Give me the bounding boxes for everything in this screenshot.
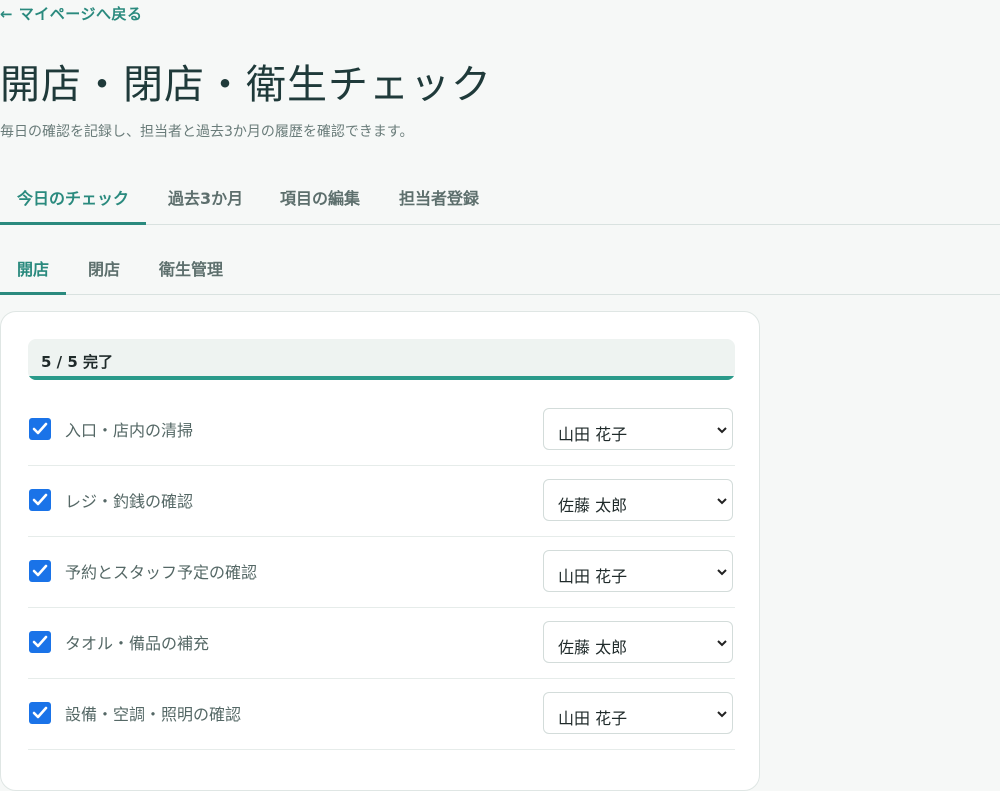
- subtab-opening[interactable]: 開店: [0, 242, 66, 295]
- checklist-item: 予約とスタッフ予定の確認 山田 花子: [28, 537, 735, 608]
- assignee-select[interactable]: 山田 花子: [543, 550, 733, 592]
- tab-today-check[interactable]: 今日のチェック: [0, 170, 146, 225]
- progress-bar: 5 / 5 完了: [28, 339, 735, 380]
- assignee-select[interactable]: 山田 花子: [543, 692, 733, 734]
- progress-track: [28, 376, 735, 380]
- back-to-mypage-link[interactable]: ← マイページへ戻る: [0, 3, 143, 24]
- item-checkbox[interactable]: [29, 489, 51, 511]
- page-title: 開店・閉店・衛生チェック: [0, 62, 492, 108]
- check-icon: [32, 422, 48, 435]
- item-label: 入口・店内の清掃: [65, 421, 194, 440]
- assignee-select[interactable]: 佐藤 太郎: [543, 479, 733, 521]
- subtab-hygiene[interactable]: 衛生管理: [138, 242, 223, 294]
- assignee-value: 山田 花子: [558, 425, 628, 444]
- check-icon: [32, 635, 48, 648]
- sub-tabs: 開店 閉店 衛生管理: [0, 242, 1000, 295]
- assignee-value: 佐藤 太郎: [558, 496, 628, 515]
- assignee-select[interactable]: 佐藤 太郎: [543, 621, 733, 663]
- assignee-select[interactable]: 山田 花子: [543, 408, 733, 450]
- assignee-value: 佐藤 太郎: [558, 638, 628, 657]
- checklist-item: 設備・空調・照明の確認 山田 花子: [28, 679, 735, 750]
- item-label: タオル・備品の補充: [65, 634, 210, 653]
- item-checkbox[interactable]: [29, 418, 51, 440]
- check-icon: [32, 706, 48, 719]
- item-checkbox[interactable]: [29, 631, 51, 653]
- page-subtitle: 毎日の確認を記録し、担当者と過去3か月の履歴を確認できます。: [0, 124, 414, 140]
- chevron-down-icon: [717, 640, 727, 647]
- main-tabs: 今日のチェック 過去3か月 項目の編集 担当者登録: [0, 170, 1000, 225]
- subtab-closing[interactable]: 閉店: [66, 242, 138, 294]
- item-label: 設備・空調・照明の確認: [65, 705, 242, 724]
- checklist-item: タオル・備品の補充 佐藤 太郎: [28, 608, 735, 679]
- tab-register-staff[interactable]: 担当者登録: [378, 170, 497, 224]
- chevron-down-icon: [717, 711, 727, 718]
- assignee-value: 山田 花子: [558, 567, 628, 586]
- item-label: 予約とスタッフ予定の確認: [65, 563, 258, 582]
- item-checkbox[interactable]: [29, 560, 51, 582]
- checklist-card: 5 / 5 完了 入口・店内の清掃 山田 花子 レジ・釣銭の確認 佐藤 太郎 予…: [0, 311, 760, 791]
- check-icon: [32, 493, 48, 506]
- progress-label: 5 / 5 完了: [41, 353, 114, 371]
- check-icon: [32, 564, 48, 577]
- checklist-item: レジ・釣銭の確認 佐藤 太郎: [28, 466, 735, 537]
- item-checkbox[interactable]: [29, 702, 51, 724]
- progress-fill: [28, 376, 735, 380]
- checklist-item: 入口・店内の清掃 山田 花子: [28, 395, 735, 466]
- chevron-down-icon: [717, 427, 727, 434]
- assignee-value: 山田 花子: [558, 709, 628, 728]
- tab-past-3-months[interactable]: 過去3か月: [146, 170, 259, 224]
- tab-edit-items[interactable]: 項目の編集: [259, 170, 378, 224]
- chevron-down-icon: [717, 498, 727, 505]
- chevron-down-icon: [717, 569, 727, 576]
- item-label: レジ・釣銭の確認: [65, 492, 194, 511]
